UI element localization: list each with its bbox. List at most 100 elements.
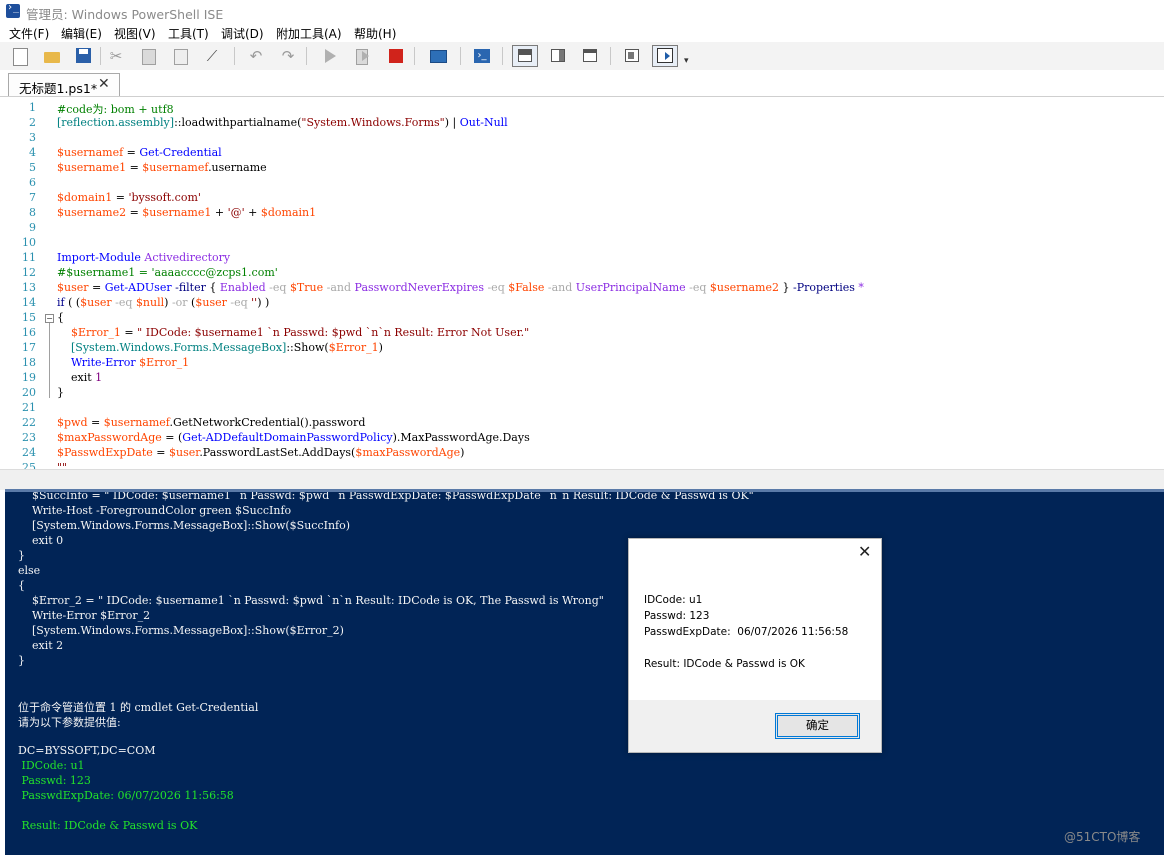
console-line: 请为以下参数提供值: bbox=[18, 716, 121, 729]
code-token: $True bbox=[289, 281, 324, 294]
menu-debug[interactable]: 调试(D) bbox=[221, 25, 264, 42]
code-line[interactable]: $PasswdExpDate = $user.PasswordLastSet.A… bbox=[57, 446, 464, 459]
code-line[interactable]: $domain1 = 'byssoft.com' bbox=[57, 191, 201, 204]
clear-icon[interactable]: ⟋ bbox=[202, 46, 222, 66]
toolbar-separator bbox=[100, 47, 101, 65]
code-line[interactable]: $username1 = $usernamef.username bbox=[57, 161, 267, 174]
menu-addons[interactable]: 附加工具(A) bbox=[276, 25, 342, 42]
code-token: { bbox=[209, 281, 220, 294]
menu-file[interactable]: 文件(F) bbox=[9, 25, 49, 42]
line-number: 16 bbox=[22, 326, 36, 339]
message-line: Result: IDCode & Passwd is OK bbox=[644, 658, 805, 670]
code-token: $user bbox=[195, 296, 227, 309]
console-pane[interactable]: $SuccInfo = " IDCode: $username1 `n Pass… bbox=[5, 489, 1164, 855]
code-token: exit bbox=[57, 371, 96, 384]
toolbar: ✂ ⟋ ↶ ↷ ›_ ▾ bbox=[0, 42, 1164, 71]
show-command-icon[interactable] bbox=[652, 45, 678, 67]
close-tab-icon[interactable]: ✕ bbox=[98, 76, 110, 92]
console-line: DC=BYSSOFT,DC=COM bbox=[18, 744, 156, 757]
code-token: $maxPasswordAge bbox=[57, 431, 162, 444]
code-token: UserPrincipalName bbox=[575, 281, 686, 294]
code-line[interactable]: [System.Windows.Forms.MessageBox]::Show(… bbox=[57, 341, 383, 354]
code-token: "System.Windows.Forms" bbox=[301, 116, 445, 129]
toolbar-overflow-chevron[interactable]: ▾ bbox=[684, 56, 689, 66]
console-line: exit 2 bbox=[18, 639, 64, 652]
console-line: exit 0 bbox=[18, 534, 64, 547]
redo-icon[interactable]: ↷ bbox=[278, 46, 298, 66]
line-number: 1 bbox=[29, 101, 36, 114]
remote-powershell-icon[interactable] bbox=[428, 46, 448, 66]
message-line: PasswdExpDate: 06/07/2026 11:56:58 bbox=[644, 626, 849, 638]
code-line[interactable]: $username2 = $username1 + '@' + $domain1 bbox=[57, 206, 316, 219]
code-token: .username bbox=[208, 161, 267, 174]
toolbar-separator bbox=[306, 47, 307, 65]
code-line[interactable]: #code为: bom + utf8 bbox=[57, 101, 174, 117]
ok-button[interactable]: 确定 bbox=[775, 713, 860, 739]
code-token: Get-ADUser bbox=[104, 281, 172, 294]
console-line: else bbox=[18, 564, 41, 577]
fold-guide-line bbox=[49, 323, 50, 398]
cut-icon[interactable]: ✂ bbox=[106, 46, 126, 66]
undo-icon[interactable]: ↶ bbox=[246, 46, 266, 66]
code-token: ::loadwithpartialname( bbox=[174, 116, 302, 129]
code-token: $user bbox=[169, 446, 200, 459]
code-line[interactable]: $usernamef = Get-Credential bbox=[57, 146, 222, 159]
code-token: $null bbox=[135, 296, 165, 309]
line-number: 19 bbox=[22, 371, 36, 384]
powershell-icon[interactable]: ›_ bbox=[472, 46, 492, 66]
code-line[interactable]: exit 1 bbox=[57, 371, 102, 384]
line-number: 11 bbox=[22, 251, 36, 264]
copy-icon[interactable] bbox=[138, 46, 158, 66]
editor-horizontal-scrollbar[interactable] bbox=[0, 469, 1164, 490]
fold-collapse-icon[interactable]: − bbox=[45, 314, 54, 323]
code-line[interactable]: if ( ($user -eq $null) -or ($user -eq ''… bbox=[57, 296, 269, 309]
run-icon[interactable] bbox=[320, 46, 340, 66]
run-selection-icon[interactable] bbox=[352, 46, 372, 66]
code-line[interactable]: } bbox=[57, 386, 64, 399]
code-line[interactable]: #$username1 = 'aaaacccc@zcps1.com' bbox=[57, 266, 278, 279]
code-token: -and bbox=[323, 281, 355, 294]
script-pane-maximized-icon[interactable] bbox=[580, 46, 600, 66]
console-line: Passwd: 123 bbox=[18, 774, 91, 787]
menu-bar: 文件(F) 编辑(E) 视图(V) 工具(T) 调试(D) 附加工具(A) 帮助… bbox=[0, 24, 1164, 42]
code-line[interactable]: $maxPasswordAge = (Get-ADDefaultDomainPa… bbox=[57, 431, 530, 444]
menu-help[interactable]: 帮助(H) bbox=[354, 25, 396, 42]
command-addon-icon[interactable] bbox=[622, 46, 642, 66]
line-number: 25 bbox=[22, 461, 36, 469]
script-pane-right-icon[interactable] bbox=[548, 46, 568, 66]
new-icon[interactable] bbox=[10, 46, 30, 66]
menu-view[interactable]: 视图(V) bbox=[114, 25, 156, 42]
stop-icon[interactable] bbox=[386, 46, 406, 66]
open-icon[interactable] bbox=[42, 46, 62, 66]
code-line[interactable]: [reflection.assembly]::loadwithpartialna… bbox=[57, 116, 508, 129]
menu-tools[interactable]: 工具(T) bbox=[168, 25, 209, 42]
menu-edit[interactable]: 编辑(E) bbox=[61, 25, 102, 42]
code-token: = ( bbox=[161, 431, 183, 444]
code-token: if bbox=[57, 296, 65, 309]
tab-untitled-script[interactable]: 无标题1.ps1* ✕ bbox=[8, 73, 120, 96]
code-line[interactable]: { bbox=[57, 311, 64, 324]
line-number: 13 bbox=[22, 281, 36, 294]
message-line: Passwd: 123 bbox=[644, 610, 710, 622]
code-line[interactable]: "" bbox=[57, 461, 67, 469]
script-editor[interactable]: 1 #code为: bom + utf8 2 [reflection.assembly… bbox=[0, 97, 1164, 469]
code-token: [reflection.assembly] bbox=[57, 116, 175, 129]
code-line[interactable]: Write-Error $Error_1 bbox=[57, 356, 189, 369]
code-token: Import-Module bbox=[57, 251, 141, 264]
code-line[interactable]: $Error_1 = " IDCode: $username1 `n Passw… bbox=[57, 326, 529, 339]
code-token: $username1 bbox=[142, 206, 212, 219]
script-pane-top-icon[interactable] bbox=[512, 45, 538, 67]
close-icon[interactable]: ✕ bbox=[858, 542, 871, 561]
code-line[interactable]: Import-Module Activedirectory bbox=[57, 251, 230, 264]
line-number: 7 bbox=[29, 191, 36, 204]
code-token: #code为: bom + utf8 bbox=[57, 103, 174, 116]
code-token: #$username1 = 'aaaacccc@zcps1.com' bbox=[57, 266, 278, 279]
save-icon[interactable] bbox=[74, 46, 94, 66]
code-token: Out-Null bbox=[459, 116, 508, 129]
code-line[interactable]: $user = Get-ADUser -filter { Enabled -eq… bbox=[57, 281, 864, 294]
paste-icon[interactable] bbox=[170, 46, 190, 66]
code-line[interactable]: $pwd = $usernamef.GetNetworkCredential()… bbox=[57, 416, 365, 429]
